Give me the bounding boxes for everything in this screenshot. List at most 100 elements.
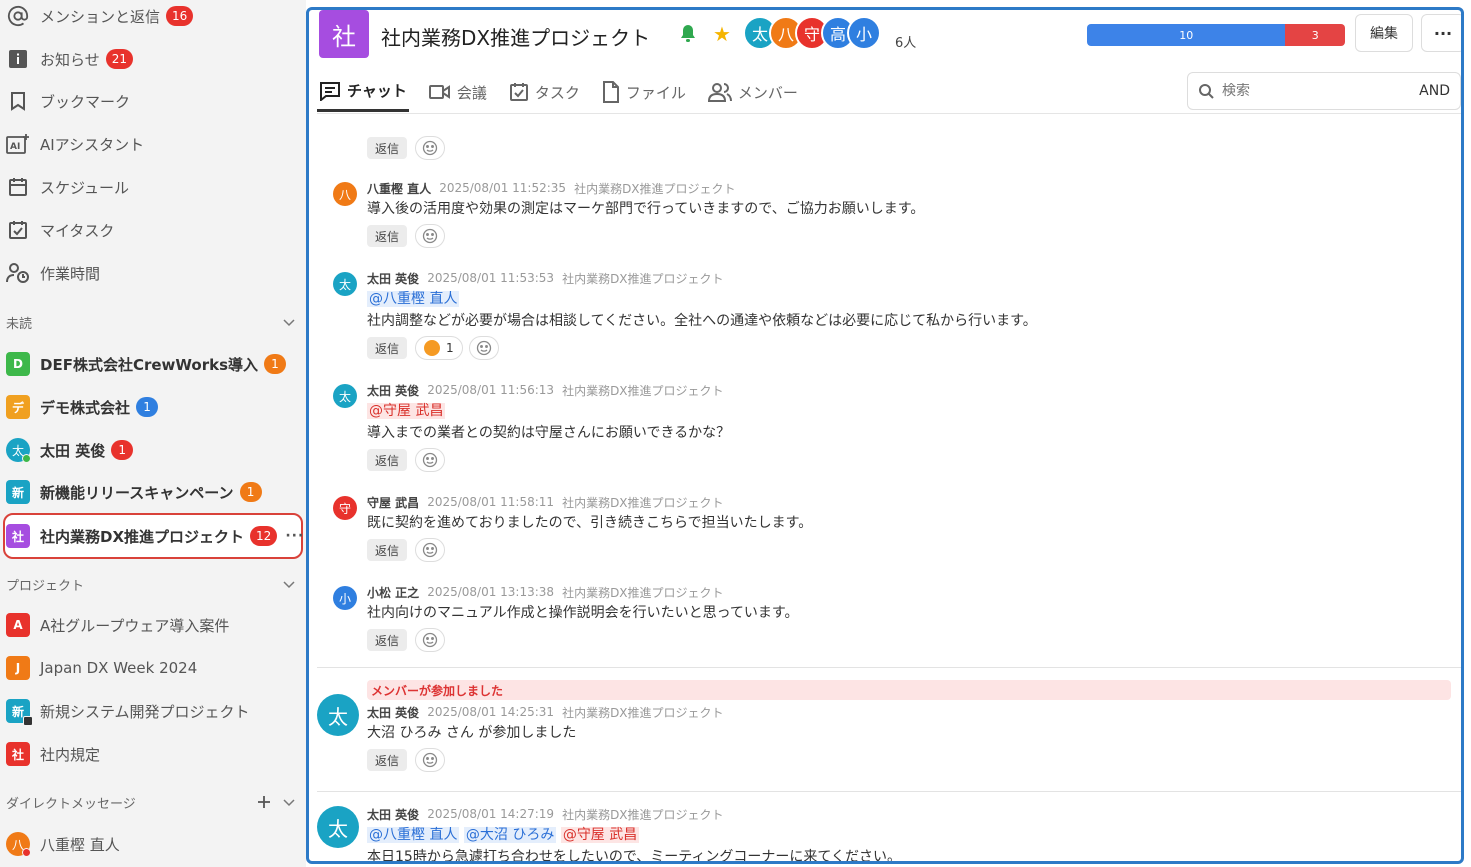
add-reaction-button[interactable] (415, 448, 446, 472)
nav-bookmarks[interactable]: ブックマーク (6, 85, 130, 117)
nav-mentions[interactable]: メンションと返信 16 (6, 0, 194, 32)
nav-my-tasks[interactable]: マイタスク (6, 214, 114, 246)
user-avatar[interactable]: 守 (333, 496, 357, 520)
member-avatars[interactable]: 太 八 守 高 小 (743, 16, 881, 50)
add-reaction-button[interactable] (415, 224, 446, 248)
tab-tasks[interactable]: タスク (507, 72, 582, 112)
section-title: プロジェクト (6, 578, 85, 594)
message-time: 2025/08/01 14:27:19 (427, 807, 555, 821)
user-avatar[interactable]: 太 (317, 806, 359, 848)
author-name[interactable]: 太田 英俊 (367, 806, 419, 823)
author-name[interactable]: 八重樫 直人 (367, 180, 431, 197)
add-reaction-button[interactable] (415, 628, 446, 652)
message-channel: 社内業務DX推進プロジェクト (562, 383, 724, 398)
nav-notices[interactable]: お知らせ 21 (6, 43, 133, 75)
tab-members[interactable]: メンバー (706, 72, 800, 112)
message-channel: 社内業務DX推進プロジェクト (562, 705, 724, 720)
user-avatar[interactable]: 八 (333, 182, 357, 206)
author-name[interactable]: 太田 英俊 (367, 382, 419, 399)
mention[interactable]: @八重樫 直人 (367, 827, 460, 843)
plus-icon[interactable] (256, 794, 272, 810)
reply-button[interactable]: 返信 (367, 539, 408, 561)
channel-label: A社グループウェア導入案件 (40, 616, 230, 635)
reaction-emoji-icon (424, 340, 441, 356)
chevron-down-icon (283, 581, 295, 589)
unread-badge: 1 (111, 440, 134, 460)
sidebar: メンションと返信 16 お知らせ 21 ブックマーク AI AIアシスタント ス… (0, 0, 306, 867)
task-overdue-segment: 3 (1285, 24, 1345, 46)
mention[interactable]: @守屋 武昌 (367, 403, 446, 419)
more-menu-button[interactable]: ··· (1421, 14, 1461, 52)
message-text: 本日15時から急遽打ち合わせをしたいので、ミーティングコーナーに来てください。 (367, 849, 901, 861)
task-progress-bar[interactable]: 10 3 (1087, 24, 1345, 46)
reply-button[interactable]: 返信 (367, 225, 408, 247)
message-list: 返信 八 八重樫 直人 2025/08/01 11:52:35 社内業務DX推進プロ… (309, 114, 1461, 861)
mention[interactable]: @八重樫 直人 (367, 291, 460, 307)
unread-item-campaign[interactable]: 新 新機能リリースキャンペーン 1 (6, 476, 262, 508)
unread-item-dx-project[interactable]: 社 社内業務DX推進プロジェクト 12 ··· (6, 520, 304, 552)
nav-label: 作業時間 (40, 264, 101, 283)
nav-label: ブックマーク (40, 92, 131, 111)
reply-button[interactable]: 返信 (367, 749, 408, 771)
unread-badge: 1 (264, 354, 286, 374)
project-item-new-system[interactable]: 新 新規システム開発プロジェクト (6, 695, 250, 727)
unread-item-def[interactable]: D DEF株式会社CrewWorks導入 1 (6, 348, 286, 380)
user-avatar[interactable]: 太 (333, 272, 357, 296)
project-item-japan-dx[interactable]: J Japan DX Week 2024 (6, 652, 197, 684)
author-name[interactable]: 小松 正之 (367, 584, 419, 601)
info-icon (6, 47, 30, 71)
dm-section-header[interactable]: ダイレクトメッセージ (6, 790, 296, 814)
message-time: 2025/08/01 11:53:53 (427, 271, 555, 285)
search-input[interactable] (1222, 83, 1420, 99)
message-text: 導入までの業者との契約は守屋さんにお願いできるかな？ (367, 425, 731, 441)
section-title: ダイレクトメッセージ (6, 796, 136, 812)
add-reaction-button[interactable] (415, 748, 446, 772)
section-title: 未読 (6, 316, 33, 332)
unread-section-header[interactable]: 未読 (6, 310, 296, 334)
add-reaction-button[interactable] (468, 336, 499, 360)
smiley-icon (476, 340, 491, 356)
add-reaction-button[interactable] (415, 136, 446, 160)
channel-avatar: 新 (6, 699, 33, 726)
reply-button[interactable]: 返信 (367, 629, 408, 651)
bell-icon[interactable] (679, 24, 697, 44)
star-icon[interactable]: ★ (713, 22, 731, 46)
search-box[interactable]: AND (1187, 72, 1461, 110)
user-avatar[interactable]: 太 (317, 694, 359, 736)
project-item-rules[interactable]: 社 社内規定 (6, 738, 100, 770)
nav-schedule[interactable]: スケジュール (6, 171, 129, 203)
project-section-header[interactable]: プロジェクト (6, 572, 296, 596)
add-reaction-button[interactable] (415, 538, 446, 562)
nav-ai-assistant[interactable]: AI AIアシスタント (6, 128, 144, 160)
channel-label: Japan DX Week 2024 (40, 659, 198, 677)
edit-button[interactable]: 編集 (1355, 14, 1413, 52)
reply-button[interactable]: 返信 (367, 337, 408, 359)
tab-label: 会議 (456, 83, 487, 102)
nav-label: スケジュール (40, 178, 129, 197)
message-text: 社内調整などが必要が場合は相談してください。全社への通達や依頼などは必要に応じて… (367, 313, 1037, 329)
reaction-chip[interactable]: 1 (415, 336, 463, 360)
chevron-down-icon (283, 319, 295, 327)
author-name[interactable]: 守屋 武昌 (367, 494, 419, 511)
unread-item-ota[interactable]: 太 太田 英俊 1 (6, 434, 134, 466)
more-options-icon[interactable]: ··· (285, 528, 304, 544)
reply-button[interactable]: 返信 (367, 137, 408, 159)
user-avatar[interactable]: 太 (333, 384, 357, 408)
author-name[interactable]: 太田 英俊 (367, 270, 419, 287)
tab-files[interactable]: ファイル (600, 72, 688, 112)
author-name[interactable]: 太田 英俊 (367, 704, 419, 721)
mention[interactable]: @大沼 ひろみ (463, 827, 557, 843)
unread-item-demo[interactable]: デ デモ株式会社 1 (6, 391, 159, 423)
channel-avatar: 社 (6, 524, 30, 548)
reply-button[interactable]: 返信 (367, 449, 408, 471)
bookmark-icon (6, 89, 30, 113)
tab-meeting[interactable]: 会議 (427, 72, 489, 112)
search-mode[interactable]: AND (1419, 83, 1450, 99)
message-text: 既に契約を進めておりましたので、引き続きこちらで担当いたします。 (367, 515, 813, 531)
mention[interactable]: @守屋 武昌 (560, 827, 640, 843)
tab-chat[interactable]: チャット (317, 72, 409, 112)
dm-item-yaegashi[interactable]: 八 八重樫 直人 (6, 828, 120, 860)
project-item-a[interactable]: A A社グループウェア導入案件 (6, 609, 229, 641)
user-avatar[interactable]: 小 (333, 586, 357, 610)
nav-work-time[interactable]: 作業時間 (6, 257, 100, 289)
